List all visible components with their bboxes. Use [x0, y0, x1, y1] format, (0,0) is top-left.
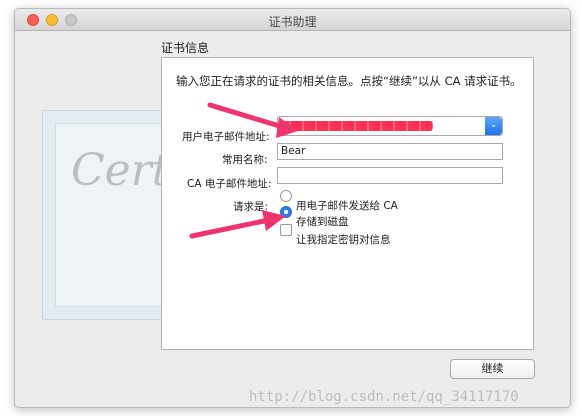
email-to-ca-option-label: 用电子邮件发送给 CA: [296, 200, 398, 212]
save-to-disk-option-label: 存储到磁盘: [296, 216, 349, 228]
user-email-label: 用户电子邮件地址:: [182, 131, 270, 143]
specify-key-pair-label: 让我指定密钥对信息: [296, 234, 391, 246]
chevron-down-icon[interactable]: ⌄: [485, 117, 502, 135]
ca-email-field[interactable]: [277, 167, 503, 184]
redacted-email-value: [283, 121, 433, 131]
common-name-label: 常用名称:: [222, 154, 268, 166]
common-name-field[interactable]: Bear: [277, 143, 503, 160]
email-to-ca-radio[interactable]: [280, 190, 292, 202]
request-type-label: 请求是:: [233, 201, 269, 213]
window-title: 证书助理: [268, 15, 317, 29]
user-email-combobox[interactable]: ⌄: [277, 116, 503, 136]
instructions-text: 输入您正在请求的证书的相关信息。点按“继续”以从 CA 请求证书。: [176, 74, 522, 88]
title-bar: 证书助理: [15, 9, 570, 31]
save-to-disk-radio[interactable]: [280, 206, 292, 218]
ca-email-label: CA 电子邮件地址:: [187, 178, 272, 190]
section-title: 证书信息: [161, 41, 210, 55]
specify-key-pair-checkbox[interactable]: [280, 224, 292, 236]
watermark-text: http://blog.csdn.net/qq_34117170: [249, 389, 519, 405]
continue-button[interactable]: 继续: [450, 359, 535, 379]
